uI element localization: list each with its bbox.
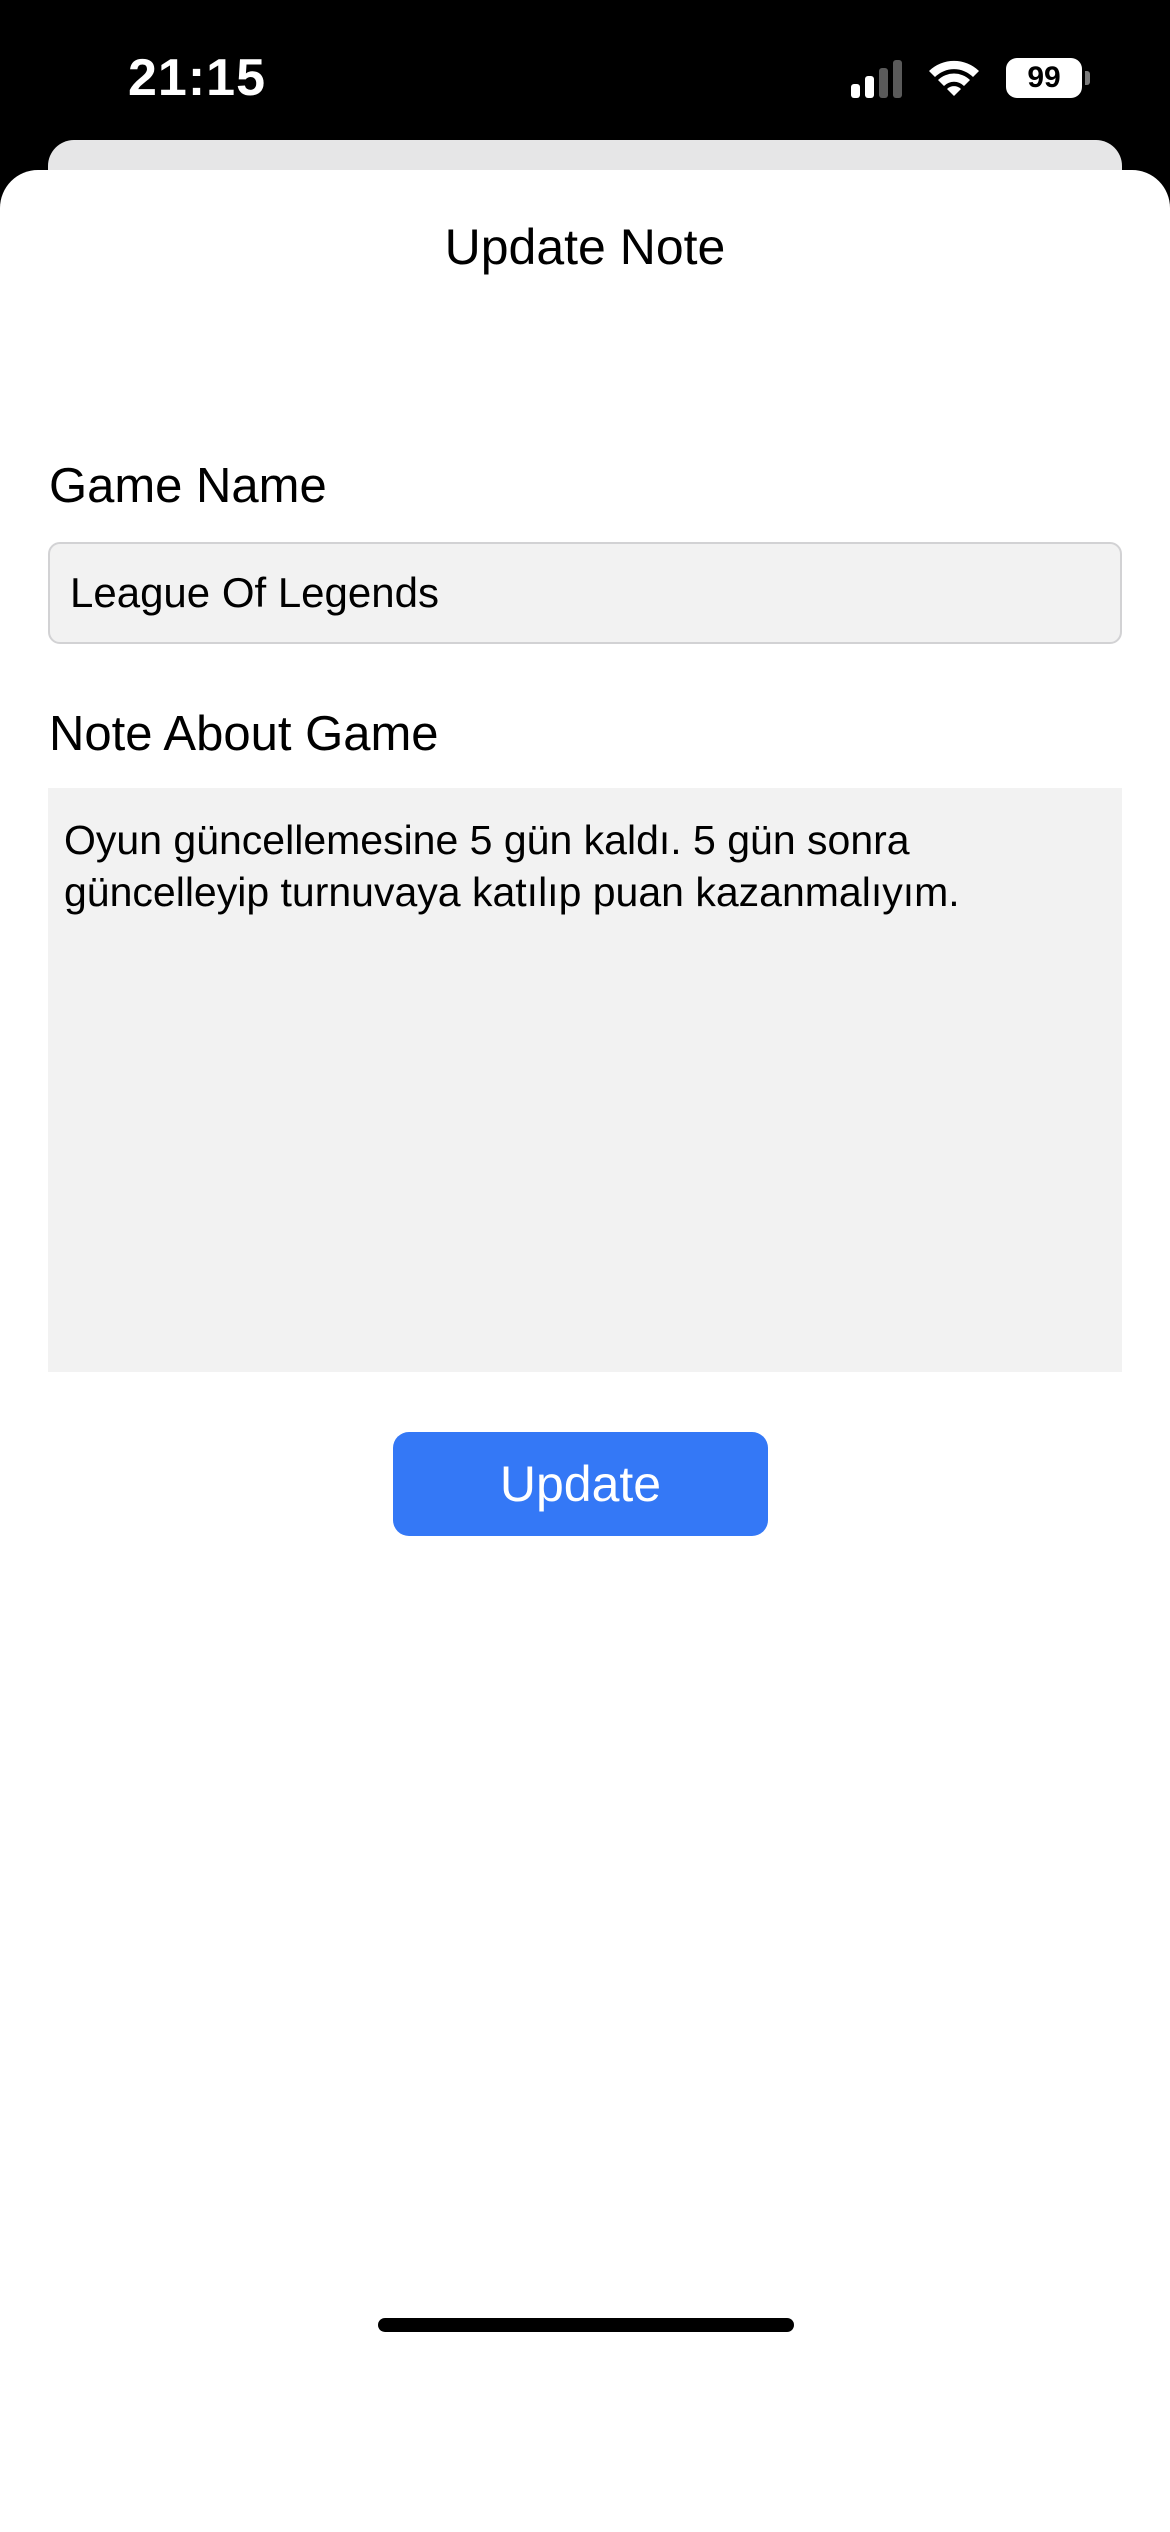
update-note-sheet: Update Note Game Name Note About Game Oy… (0, 170, 1170, 2532)
status-bar: 21:15 99 (0, 0, 1170, 150)
note-label: Note About Game (49, 707, 439, 761)
game-name-label: Game Name (49, 459, 327, 513)
status-icons: 99 (851, 56, 1090, 100)
battery-level: 99 (1006, 58, 1082, 98)
update-button[interactable]: Update (393, 1432, 768, 1536)
game-name-input[interactable] (48, 542, 1122, 644)
note-textarea[interactable]: Oyun güncellemesine 5 gün kaldı. 5 gün s… (48, 788, 1122, 1372)
status-time: 21:15 (128, 49, 266, 107)
battery-icon: 99 (1006, 58, 1090, 98)
sheet-title: Update Note (444, 219, 726, 275)
signal-icon (851, 58, 902, 98)
wifi-icon (929, 60, 979, 96)
home-indicator (378, 2318, 794, 2332)
